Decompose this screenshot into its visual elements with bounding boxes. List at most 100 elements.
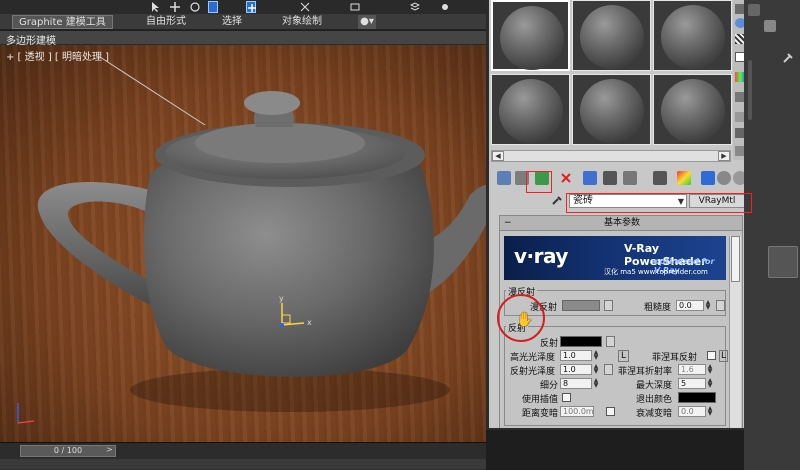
roughness-map-button[interactable] (716, 300, 725, 311)
fresnel-lock-button[interactable]: L (719, 350, 729, 362)
go-to-parent-icon[interactable] (717, 171, 731, 185)
panel-button[interactable] (768, 246, 798, 278)
material-type-button[interactable]: VRayMtl (689, 194, 744, 208)
tab-graphite[interactable]: Graphite 建模工具 (12, 15, 113, 29)
timeline-track[interactable] (0, 459, 486, 469)
reflection-glossiness-label: 反射光泽度 (510, 367, 556, 377)
subdivs-value: 8 (563, 379, 569, 388)
fresnel-checkbox[interactable] (707, 351, 716, 360)
show-end-result-icon[interactable] (701, 171, 715, 185)
align-icon[interactable] (350, 1, 360, 13)
tab-object-paint[interactable]: 对象绘制 (282, 15, 322, 29)
spinner-arrows-icon[interactable]: ▲ ▼ (706, 406, 714, 417)
lock-button[interactable]: L (618, 350, 630, 362)
sample-slot[interactable] (572, 74, 651, 145)
material-name-value: 瓷砖 (573, 195, 593, 206)
scroll-right-icon[interactable]: ▶ (718, 151, 730, 161)
sample-slot[interactable] (491, 74, 570, 145)
diffuse-color-swatch[interactable] (562, 300, 600, 311)
hammer-icon[interactable] (782, 52, 794, 64)
reflection-glossiness-map-button[interactable] (604, 364, 613, 375)
scroll-thumb[interactable] (731, 236, 740, 282)
move-icon[interactable] (170, 1, 180, 13)
sample-slot[interactable] (572, 0, 651, 71)
layer-icon[interactable] (409, 1, 421, 13)
background-icon[interactable] (735, 34, 744, 44)
ribbon-options-icon[interactable]: ●▾ (358, 15, 376, 29)
spinner-arrows-icon[interactable]: ▲ ▼ (592, 378, 600, 389)
show-map-icon[interactable] (677, 171, 691, 185)
perspective-viewport[interactable]: y x + [ 透视 ] [ 明暗处理 ] (0, 45, 486, 442)
spinner-arrows-icon[interactable]: ▲ ▼ (706, 364, 714, 375)
sample-type-icon[interactable] (735, 4, 744, 14)
panel-icon[interactable] (764, 20, 776, 32)
uv-tiling-icon[interactable] (735, 52, 744, 62)
sample-slot[interactable] (653, 74, 732, 145)
reflect-map-button[interactable] (606, 336, 615, 347)
chevron-down-icon[interactable]: ▼ (678, 196, 684, 208)
fresnel-ior-spinner[interactable]: 1.6 ▲ ▼ (678, 364, 712, 375)
scroll-left-icon[interactable]: ◀ (492, 151, 504, 161)
basic-parameters-rollout: − 基本参数 v·ray V-Ray PowerShader optimized… (499, 215, 743, 428)
put-to-scene-icon[interactable] (515, 171, 529, 185)
get-material-icon[interactable] (497, 171, 511, 185)
hilight-glossiness-spinner[interactable]: 1.0 ▲ ▼ (560, 350, 598, 361)
go-forward-icon[interactable] (733, 171, 744, 185)
rotate-icon[interactable] (190, 1, 200, 13)
spinner-arrows-icon[interactable]: ▲ ▼ (592, 364, 600, 375)
spinner-arrows-icon[interactable]: ▲ ▼ (706, 378, 714, 389)
viewport-label[interactable]: + [ 透视 ] [ 明暗处理 ] (6, 48, 109, 63)
hilight-glossiness-value: 1.0 (563, 351, 576, 360)
spinner-arrows-icon[interactable]: ▲ ▼ (704, 300, 712, 311)
roughness-spinner[interactable]: 0.0 ▲ ▼ (676, 300, 710, 311)
use-interpolation-checkbox[interactable] (562, 393, 571, 402)
options-icon[interactable] (735, 112, 744, 122)
make-copy-icon[interactable] (583, 171, 597, 185)
spinner-arrows-icon[interactable]: ▲ ▼ (592, 350, 600, 361)
dim-distance-spinner[interactable]: 100.0m (560, 406, 594, 417)
panel-icon[interactable] (748, 4, 760, 16)
sample-slot[interactable] (491, 0, 570, 71)
select-arrow-icon[interactable] (150, 1, 160, 13)
video-color-check-icon[interactable] (735, 72, 744, 82)
collapse-icon[interactable]: − (504, 216, 512, 230)
subdivs-spinner[interactable]: 8 ▲ ▼ (560, 378, 598, 389)
sample-slot[interactable] (653, 0, 732, 71)
diffuse-map-button[interactable] (604, 300, 613, 311)
time-next-icon[interactable]: > (106, 445, 113, 454)
select-region-icon[interactable] (208, 1, 218, 13)
dim-falloff-spinner[interactable]: 0.0 ▲ ▼ (678, 406, 712, 417)
exit-color-swatch[interactable] (678, 392, 716, 403)
material-id-icon[interactable] (653, 171, 667, 185)
material-map-navigator-icon[interactable] (735, 146, 744, 156)
make-unique-icon[interactable] (603, 171, 617, 185)
material-name-field[interactable]: 瓷砖 ▼ (569, 194, 687, 208)
select-by-material-icon[interactable] (735, 128, 744, 138)
make-preview-icon[interactable] (735, 92, 744, 102)
backlight-icon[interactable] (735, 18, 744, 28)
render-setup-icon[interactable] (440, 1, 450, 13)
slot-scrollbar[interactable]: ◀ ▶ (491, 150, 731, 162)
rollout-scrollbar[interactable] (729, 236, 741, 428)
mirror-icon[interactable] (300, 1, 310, 13)
eyedropper-icon[interactable] (551, 194, 563, 206)
max-depth-spinner[interactable]: 5 ▲ ▼ (678, 378, 712, 389)
vray-banner: v·ray V-Ray PowerShader optimized for V-… (504, 236, 726, 280)
reflection-glossiness-spinner[interactable]: 1.0 ▲ ▼ (560, 364, 598, 375)
tab-freeform[interactable]: 自由形式 (146, 15, 186, 29)
assign-to-selection-icon[interactable] (535, 171, 549, 185)
fresnel-ior-value: 1.6 (681, 365, 694, 374)
rollout-header[interactable]: − 基本参数 (500, 216, 742, 231)
panel-slider[interactable] (748, 60, 752, 120)
reflect-color-swatch[interactable] (560, 336, 602, 347)
dim-distance-checkbox[interactable] (606, 407, 615, 416)
sample-slots (491, 0, 732, 148)
max-depth-label: 最大深度 (636, 381, 673, 391)
put-to-library-icon[interactable] (623, 171, 637, 185)
tab-selection[interactable]: 选择 (222, 15, 242, 29)
material-sphere-preview (500, 6, 564, 70)
time-slider[interactable]: 0 / 100 (20, 445, 116, 457)
snap-icon[interactable] (246, 1, 256, 13)
delete-icon[interactable] (559, 171, 573, 185)
teapot-scene: y x (17, 56, 486, 424)
